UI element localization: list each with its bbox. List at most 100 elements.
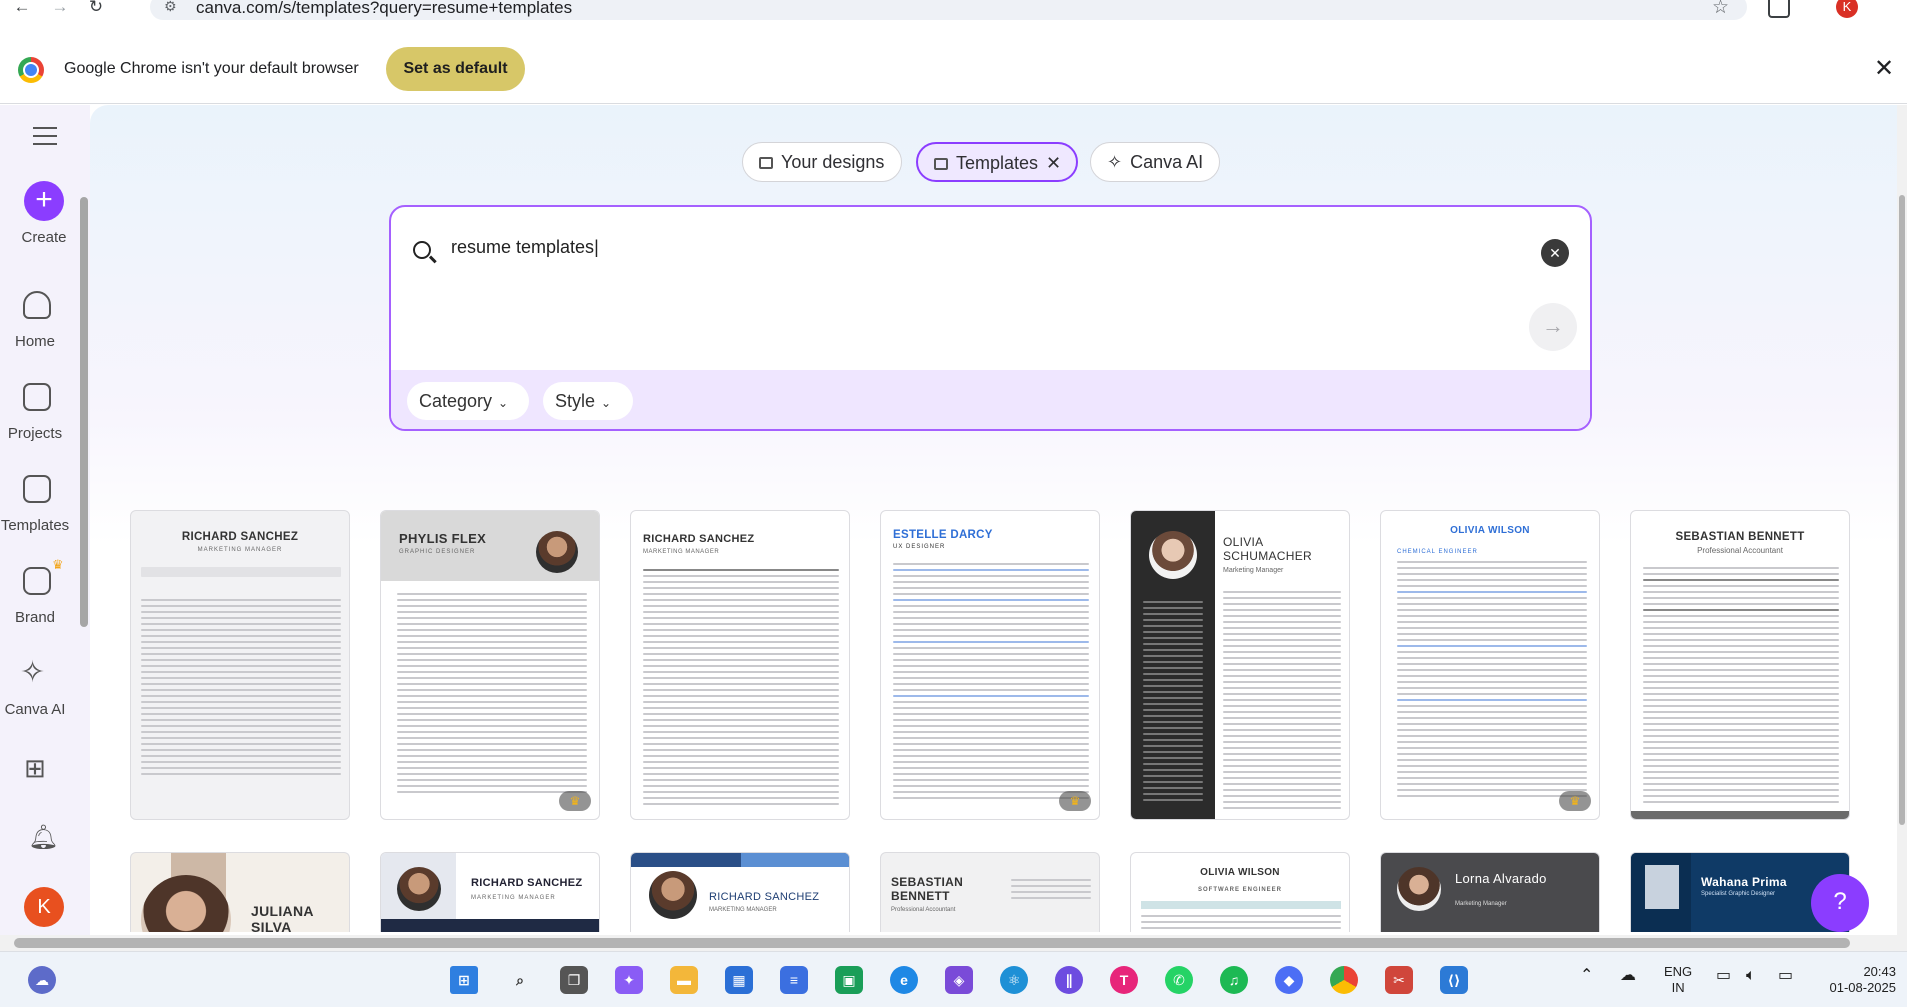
network-icon[interactable]: ☁ — [1620, 968, 1636, 984]
template-name: RICHARD SANCHEZ — [709, 891, 820, 903]
sidebar-scrollbar[interactable] — [80, 197, 88, 627]
style-filter[interactable]: Style ⌄ — [543, 382, 633, 420]
template-preview — [1011, 879, 1091, 903]
whatsapp-icon[interactable]: ✆ — [1165, 966, 1193, 994]
tab-templates[interactable]: Templates ✕ — [916, 142, 1078, 182]
spotify-icon[interactable]: ♫ — [1220, 966, 1248, 994]
sidebar-item-canva-ai[interactable]: Canva AI — [0, 701, 80, 718]
template-preview — [1141, 915, 1341, 932]
filter-label: Style — [555, 391, 596, 411]
docs-icon[interactable]: ≡ — [780, 966, 808, 994]
bell-icon[interactable]: 🔔︎ — [28, 823, 58, 852]
filter-bar: Category ⌄ Style ⌄ — [391, 370, 1590, 429]
app-icon[interactable]: ∥ — [1055, 966, 1083, 994]
close-icon[interactable]: ✕ — [1874, 54, 1894, 83]
template-name: RICHARD SANCHEZ — [471, 877, 583, 889]
reload-icon[interactable]: ↻ — [84, 0, 108, 18]
windows-start-icon[interactable]: ⊞ — [450, 966, 478, 994]
template-card[interactable]: PHYLIS FLEX GRAPHIC DESIGNER ♛ — [380, 510, 600, 820]
clock[interactable]: 20:43 01-08-2025 — [1820, 964, 1897, 996]
file-explorer-icon[interactable]: ▬ — [670, 966, 698, 994]
battery-icon[interactable]: ▭ — [1778, 968, 1793, 984]
task-view-icon[interactable]: ❐ — [560, 966, 588, 994]
template-name: SEBASTIAN BENNETT — [891, 875, 964, 903]
vscode-icon[interactable]: ⟨⟩ — [1440, 966, 1468, 994]
help-button[interactable]: ? — [1811, 874, 1869, 932]
templates-icon[interactable] — [23, 475, 51, 503]
extensions-icon[interactable] — [1768, 0, 1790, 18]
template-card[interactable]: SEBASTIAN BENNETT Professional Accountan… — [1630, 510, 1850, 820]
app-icon[interactable]: ◈ — [945, 966, 973, 994]
sidebar-item-projects[interactable]: Projects — [0, 425, 80, 442]
classroom-icon[interactable]: ▣ — [835, 966, 863, 994]
template-photo — [1149, 531, 1197, 579]
scrollbar-thumb[interactable] — [1899, 195, 1905, 825]
template-card[interactable]: RICHARD SANCHEZ MARKETING MANAGER — [130, 510, 350, 820]
template-photo — [649, 871, 697, 919]
create-label[interactable]: Create — [0, 229, 89, 246]
app-icon[interactable]: T — [1110, 966, 1138, 994]
language-indicator[interactable]: ENG IN — [1664, 964, 1692, 996]
sparkle-icon[interactable]: ✧ — [20, 655, 45, 690]
template-role: SOFTWARE ENGINEER — [1197, 887, 1282, 893]
bookmark-star-icon[interactable]: ☆ — [1712, 0, 1729, 19]
horizontal-scrollbar[interactable] — [0, 935, 1907, 951]
menu-icon[interactable] — [33, 127, 57, 145]
template-card[interactable]: JULIANA SILVA — [130, 852, 350, 932]
search-card: resume templates ✕ → Category ⌄ Style ⌄ — [389, 205, 1592, 431]
chevron-up-icon[interactable]: ⌃ — [1580, 968, 1593, 984]
template-preview — [1643, 567, 1839, 807]
search-icon[interactable]: ⌕ — [506, 966, 534, 994]
avatar[interactable]: K — [24, 887, 64, 927]
display-icon[interactable]: ▭ — [1716, 968, 1731, 984]
apps-icon[interactable]: ⊞ — [24, 753, 46, 784]
home-icon[interactable] — [23, 291, 51, 319]
profile-avatar[interactable]: K — [1836, 0, 1858, 18]
back-arrow-icon[interactable]: ← — [10, 0, 34, 18]
sidebar-item-home[interactable]: Home — [0, 333, 80, 350]
chevron-down-icon: ⌄ — [601, 396, 612, 410]
shield-icon[interactable]: ◆ — [1275, 966, 1303, 994]
template-card[interactable]: RICHARD SANCHEZ MARKETING MANAGER — [630, 510, 850, 820]
sidebar-item-templates[interactable]: Templates — [0, 517, 80, 534]
template-card[interactable]: Lorna Alvarado Marketing Manager — [1380, 852, 1600, 932]
template-card[interactable]: ESTELLE DARCY UX DESIGNER ♛ — [880, 510, 1100, 820]
folder-icon[interactable] — [23, 383, 51, 411]
clock-time: 20:43 — [1863, 964, 1896, 979]
clear-search-button[interactable]: ✕ — [1541, 239, 1569, 267]
close-icon[interactable]: ✕ — [1046, 153, 1061, 173]
submit-search-button[interactable]: → — [1529, 303, 1577, 351]
template-card[interactable]: RICHARD SANCHEZ MARKETING MANAGER — [630, 852, 850, 932]
chrome-icon[interactable] — [1330, 966, 1358, 994]
create-button[interactable]: + — [24, 181, 64, 221]
template-card[interactable]: OLIVIA WILSON CHEMICAL ENGINEER ♛ — [1380, 510, 1600, 820]
category-filter[interactable]: Category ⌄ — [407, 382, 529, 420]
edge-icon[interactable]: e — [890, 966, 918, 994]
template-preview — [1143, 601, 1203, 805]
store-icon[interactable]: ▦ — [725, 966, 753, 994]
set-as-default-button[interactable]: Set as default — [386, 47, 525, 91]
template-name: OLIVIA WILSON — [1450, 525, 1530, 536]
template-preview — [397, 593, 587, 797]
volume-icon[interactable]: 🔈︎ — [1746, 968, 1756, 984]
template-card[interactable]: RICHARD SANCHEZ MARKETING MANAGER — [380, 852, 600, 932]
copilot-icon[interactable]: ✦ — [615, 966, 643, 994]
site-info-icon[interactable]: ⚙ — [164, 0, 177, 15]
tab-your-designs[interactable]: Your designs — [742, 142, 902, 182]
page-scrollbar[interactable] — [1897, 105, 1907, 935]
search-input[interactable]: resume templates — [451, 237, 1451, 258]
forward-arrow-icon[interactable]: → — [48, 0, 72, 18]
template-name: SEBASTIAN BENNETT — [1675, 531, 1805, 543]
tab-canva-ai[interactable]: ✧ Canva AI — [1090, 142, 1220, 182]
app-icon[interactable]: ✂ — [1385, 966, 1413, 994]
widgets-icon[interactable]: ☁ — [28, 966, 56, 994]
brand-icon[interactable] — [23, 567, 51, 595]
template-card[interactable]: SEBASTIAN BENNETT Professional Accountan… — [880, 852, 1100, 932]
scrollbar-thumb[interactable] — [14, 938, 1850, 948]
address-bar[interactable]: ⚙ canva.com/s/templates?query=resume+tem… — [150, 0, 1747, 20]
react-icon[interactable]: ⚛ — [1000, 966, 1028, 994]
template-card[interactable]: OLIVIA WILSON SOFTWARE ENGINEER — [1130, 852, 1350, 932]
url-text[interactable]: canva.com/s/templates?query=resume+templ… — [196, 0, 572, 18]
template-card[interactable]: OLIVIA SCHUMACHER Marketing Manager — [1130, 510, 1350, 820]
sidebar-item-brand[interactable]: Brand — [0, 609, 80, 626]
